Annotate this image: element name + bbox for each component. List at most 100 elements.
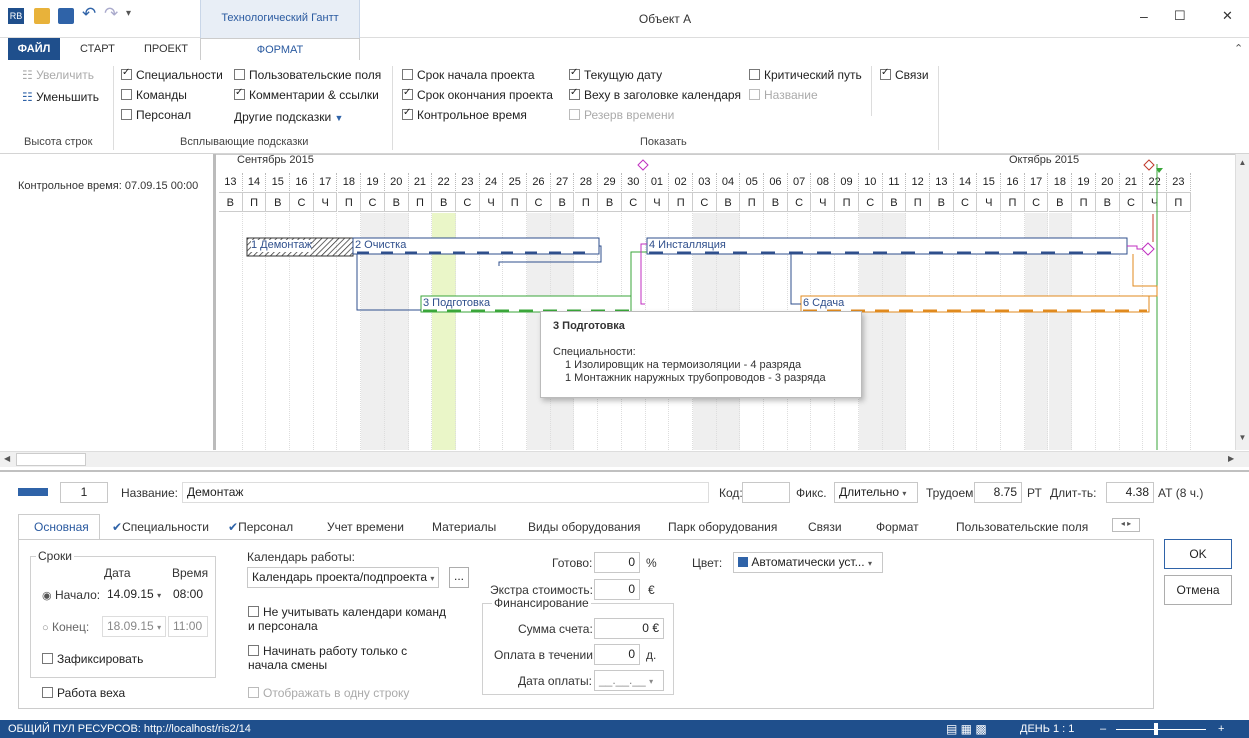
tab-specialties[interactable]: ✔Специальности bbox=[112, 520, 209, 534]
zoom-in-icon[interactable]: + bbox=[1218, 720, 1224, 738]
scroll-thumb[interactable] bbox=[16, 453, 86, 466]
tab-start[interactable]: СТАРТ bbox=[80, 38, 115, 60]
vertical-scrollbar[interactable]: ▲ ▼ bbox=[1235, 154, 1249, 450]
task-name-field[interactable]: Демонтаж bbox=[182, 482, 709, 503]
close-button[interactable]: ✕ bbox=[1222, 8, 1233, 24]
pay-field[interactable]: 0 bbox=[594, 644, 640, 665]
checkbox[interactable] bbox=[234, 69, 245, 80]
horizontal-scrollbar[interactable]: ◀ ▶ bbox=[0, 451, 1249, 467]
save-icon[interactable] bbox=[58, 8, 74, 24]
checkbox[interactable] bbox=[880, 67, 891, 80]
fix-dropdown[interactable]: Длительно ▾ bbox=[834, 482, 918, 503]
cb-milestone-header[interactable]: Веху в заголовке календаря bbox=[569, 87, 741, 102]
cb-project-start[interactable]: Срок начала проекта bbox=[402, 68, 535, 82]
tab-scroll-icon[interactable]: ◂ ▸ bbox=[1112, 518, 1140, 532]
checkbox[interactable] bbox=[402, 69, 413, 80]
zoom-out-icon[interactable]: – bbox=[1100, 720, 1106, 738]
time-header: Время bbox=[172, 566, 209, 580]
cb-critical-path[interactable]: Критический путь bbox=[749, 68, 862, 82]
tab-format[interactable]: ФОРМАТ bbox=[200, 38, 360, 60]
start-time-field[interactable]: 08:00 bbox=[168, 584, 208, 605]
checkbox[interactable] bbox=[569, 67, 580, 80]
checkbox[interactable] bbox=[121, 89, 132, 100]
tab-personnel[interactable]: ✔Персонал bbox=[228, 520, 293, 534]
cb-start-shift[interactable]: Начинать работу только с начала смены bbox=[248, 644, 418, 672]
cb-name[interactable]: Название bbox=[749, 88, 818, 102]
other-tooltips-dropdown[interactable]: Другие подсказки ▼ bbox=[234, 110, 343, 124]
duration-field[interactable]: 4.38 bbox=[1106, 482, 1154, 503]
cb-control-time[interactable]: Контрольное время bbox=[402, 107, 527, 122]
cb-one-line[interactable]: Отображать в одну строку bbox=[248, 686, 409, 700]
cb-current-date[interactable]: Текущую дату bbox=[569, 67, 662, 82]
start-date-field[interactable]: 14.09.15 ▾ bbox=[102, 584, 166, 605]
checkbox[interactable] bbox=[248, 687, 259, 698]
invoice-field[interactable]: 0 € bbox=[594, 618, 664, 639]
minimize-button[interactable]: – bbox=[1140, 8, 1148, 24]
checkbox[interactable] bbox=[121, 109, 132, 120]
done-field[interactable]: 0 bbox=[594, 552, 640, 573]
scroll-up-icon[interactable]: ▲ bbox=[1236, 158, 1249, 167]
zoom-slider[interactable] bbox=[1116, 729, 1206, 730]
cb-teams[interactable]: Команды bbox=[121, 88, 187, 102]
tab-time[interactable]: Учет времени bbox=[327, 520, 404, 534]
cancel-button[interactable]: Отмена bbox=[1164, 575, 1232, 605]
cb-project-end[interactable]: Срок окончания проекта bbox=[402, 87, 553, 102]
color-dropdown[interactable]: Автоматически уст... ▾ bbox=[733, 552, 883, 573]
end-time-field[interactable]: 11:00 bbox=[168, 616, 208, 637]
collapse-ribbon-icon[interactable]: ⌃ bbox=[1234, 42, 1243, 55]
scroll-right-icon[interactable]: ▶ bbox=[1228, 454, 1234, 463]
cb-milestone[interactable]: Работа веха bbox=[42, 686, 125, 700]
checkbox[interactable] bbox=[42, 687, 53, 698]
cb-custom-fields[interactable]: Пользовательские поля bbox=[234, 68, 381, 82]
tab-equipment-types[interactable]: Виды оборудования bbox=[528, 520, 640, 534]
redo-icon[interactable]: ↷ bbox=[104, 4, 118, 24]
checkbox[interactable] bbox=[42, 653, 53, 664]
checkbox[interactable] bbox=[402, 87, 413, 100]
scroll-down-icon[interactable]: ▼ bbox=[1236, 433, 1249, 442]
zoom-in-button[interactable]: ☷ Увеличить bbox=[22, 68, 94, 82]
checkbox[interactable] bbox=[402, 107, 413, 120]
open-icon[interactable] bbox=[34, 8, 50, 24]
checkbox[interactable] bbox=[749, 69, 760, 80]
ok-button[interactable]: OK bbox=[1164, 539, 1232, 569]
maximize-button[interactable]: ☐ bbox=[1174, 8, 1186, 24]
paydate-field[interactable]: __.__.__ ▾ bbox=[594, 670, 664, 691]
tab-links[interactable]: Связи bbox=[808, 520, 842, 534]
cb-fix[interactable]: Зафиксировать bbox=[42, 652, 143, 666]
tab-format[interactable]: Формат bbox=[876, 520, 919, 534]
calendar-more-button[interactable]: ... bbox=[449, 567, 469, 588]
task-id-field[interactable]: 1 bbox=[60, 482, 108, 503]
customize-icon[interactable]: ▾ bbox=[126, 8, 131, 19]
tab-materials[interactable]: Материалы bbox=[432, 520, 496, 534]
scroll-left-icon[interactable]: ◀ bbox=[4, 454, 10, 463]
checkbox[interactable] bbox=[234, 87, 245, 100]
calendar-dropdown[interactable]: Календарь проекта/подпроекта ▾ bbox=[247, 567, 439, 588]
tab-equipment-park[interactable]: Парк оборудования bbox=[668, 520, 777, 534]
checkbox[interactable] bbox=[248, 645, 259, 656]
cb-comments[interactable]: Комментарии & ссылки bbox=[234, 87, 379, 102]
view-icons[interactable]: ▤ ▦ ▩ bbox=[946, 720, 987, 738]
checkbox[interactable] bbox=[749, 89, 760, 100]
cb-links[interactable]: Связи bbox=[880, 67, 929, 82]
checkbox[interactable] bbox=[569, 109, 580, 120]
code-field[interactable] bbox=[742, 482, 790, 503]
cb-ignore-calendars[interactable]: Не учитывать календари команд и персонал… bbox=[248, 605, 448, 633]
cb-reserve[interactable]: Резерв времени bbox=[569, 108, 674, 122]
cb-specialties[interactable]: Специальности bbox=[121, 67, 223, 82]
tab-main[interactable]: Основная bbox=[34, 520, 89, 534]
extra-cost-field[interactable]: 0 bbox=[594, 579, 640, 600]
tab-project[interactable]: ПРОЕКТ bbox=[144, 38, 188, 60]
checkbox[interactable] bbox=[569, 87, 580, 100]
start-radio[interactable]: ◉ Начало: bbox=[42, 588, 100, 602]
tab-file[interactable]: ФАЙЛ bbox=[8, 38, 60, 60]
end-radio[interactable]: ○ Конец: bbox=[42, 620, 89, 634]
cb-personnel[interactable]: Персонал bbox=[121, 108, 191, 122]
end-date-field[interactable]: 18.09.15 ▾ bbox=[102, 616, 166, 637]
work-field[interactable]: 8.75 bbox=[974, 482, 1022, 503]
zoom-slider-thumb[interactable] bbox=[1154, 723, 1158, 735]
checkbox[interactable] bbox=[248, 606, 259, 617]
zoom-out-button[interactable]: ☷ Уменьшить bbox=[22, 90, 99, 104]
checkbox[interactable] bbox=[121, 67, 132, 80]
undo-icon[interactable]: ↶ bbox=[82, 4, 96, 24]
tab-custom-fields[interactable]: Пользовательские поля bbox=[956, 520, 1088, 534]
